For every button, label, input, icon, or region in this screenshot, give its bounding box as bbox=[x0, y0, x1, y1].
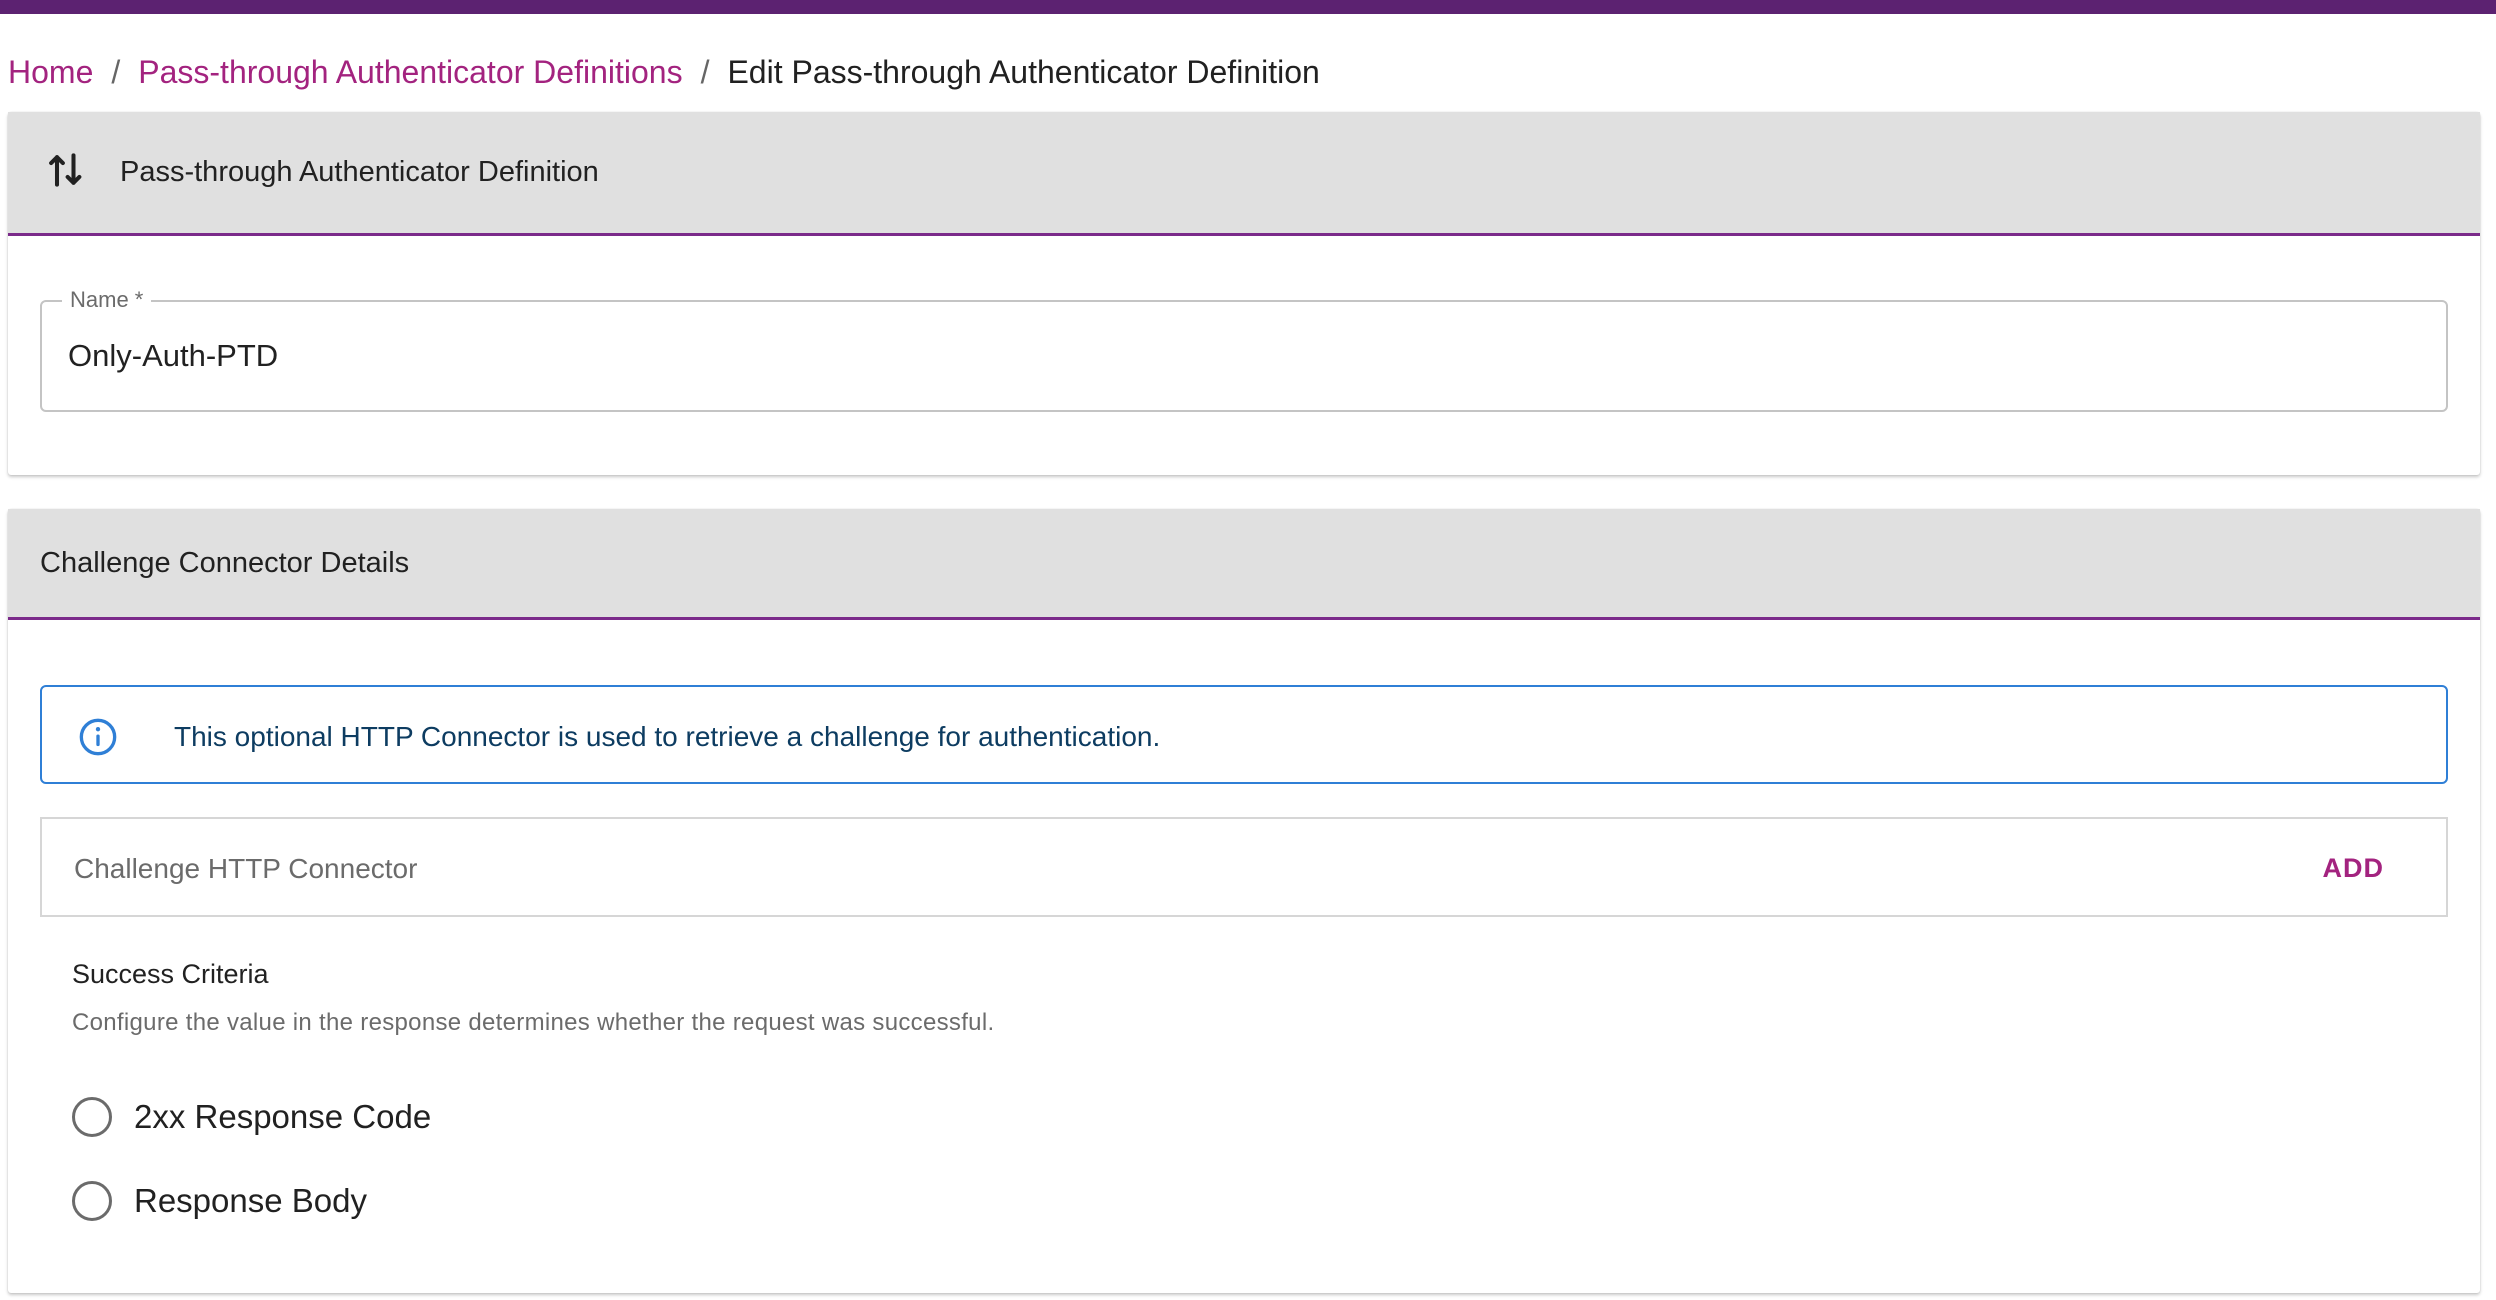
top-brand-bar bbox=[0, 0, 2496, 14]
breadcrumb-separator: / bbox=[111, 53, 121, 90]
challenge-card-header: Challenge Connector Details bbox=[8, 509, 2480, 620]
breadcrumb-current: Edit Pass-through Authenticator Definiti… bbox=[727, 53, 1320, 90]
radio-option-2xx-response-code[interactable]: 2xx Response Code bbox=[72, 1097, 431, 1137]
name-field-label: Name * bbox=[62, 287, 152, 313]
definition-card: Pass-through Authenticator Definition Na… bbox=[8, 112, 2480, 475]
radio-label[interactable]: 2xx Response Code bbox=[134, 1098, 431, 1136]
name-field[interactable]: Name * bbox=[40, 287, 2448, 412]
breadcrumb-home-link[interactable]: Home bbox=[8, 54, 93, 91]
info-alert-text: This optional HTTP Connector is used to … bbox=[174, 721, 1161, 752]
challenge-http-connector-label: Challenge HTTP Connector bbox=[74, 853, 418, 884]
add-connector-button[interactable]: ADD bbox=[2309, 845, 2399, 891]
definition-card-title: Pass-through Authenticator Definition bbox=[120, 156, 599, 188]
breadcrumb-parent-link[interactable]: Pass-through Authenticator Definitions bbox=[138, 54, 682, 91]
challenge-connector-card: Challenge Connector Details This optiona… bbox=[8, 509, 2480, 1293]
success-criteria-title: Success Criteria bbox=[72, 959, 269, 989]
radio-label[interactable]: Response Body bbox=[134, 1182, 367, 1220]
swap-vertical-icon bbox=[49, 153, 82, 187]
success-criteria-description: Configure the value in the response dete… bbox=[72, 1009, 995, 1036]
breadcrumb: Home / Pass-through Authenticator Defini… bbox=[8, 50, 1320, 94]
challenge-http-connector-row: Challenge HTTP Connector ADD bbox=[40, 817, 2448, 917]
name-input[interactable] bbox=[68, 338, 2368, 374]
radio-button[interactable] bbox=[72, 1181, 112, 1221]
info-icon bbox=[79, 718, 117, 756]
radio-button[interactable] bbox=[72, 1097, 112, 1137]
info-alert: This optional HTTP Connector is used to … bbox=[40, 685, 2448, 784]
definition-card-header: Pass-through Authenticator Definition bbox=[8, 112, 2480, 236]
radio-option-response-body[interactable]: Response Body bbox=[72, 1181, 367, 1221]
breadcrumb-separator: / bbox=[700, 53, 710, 90]
challenge-card-title: Challenge Connector Details bbox=[40, 547, 410, 579]
